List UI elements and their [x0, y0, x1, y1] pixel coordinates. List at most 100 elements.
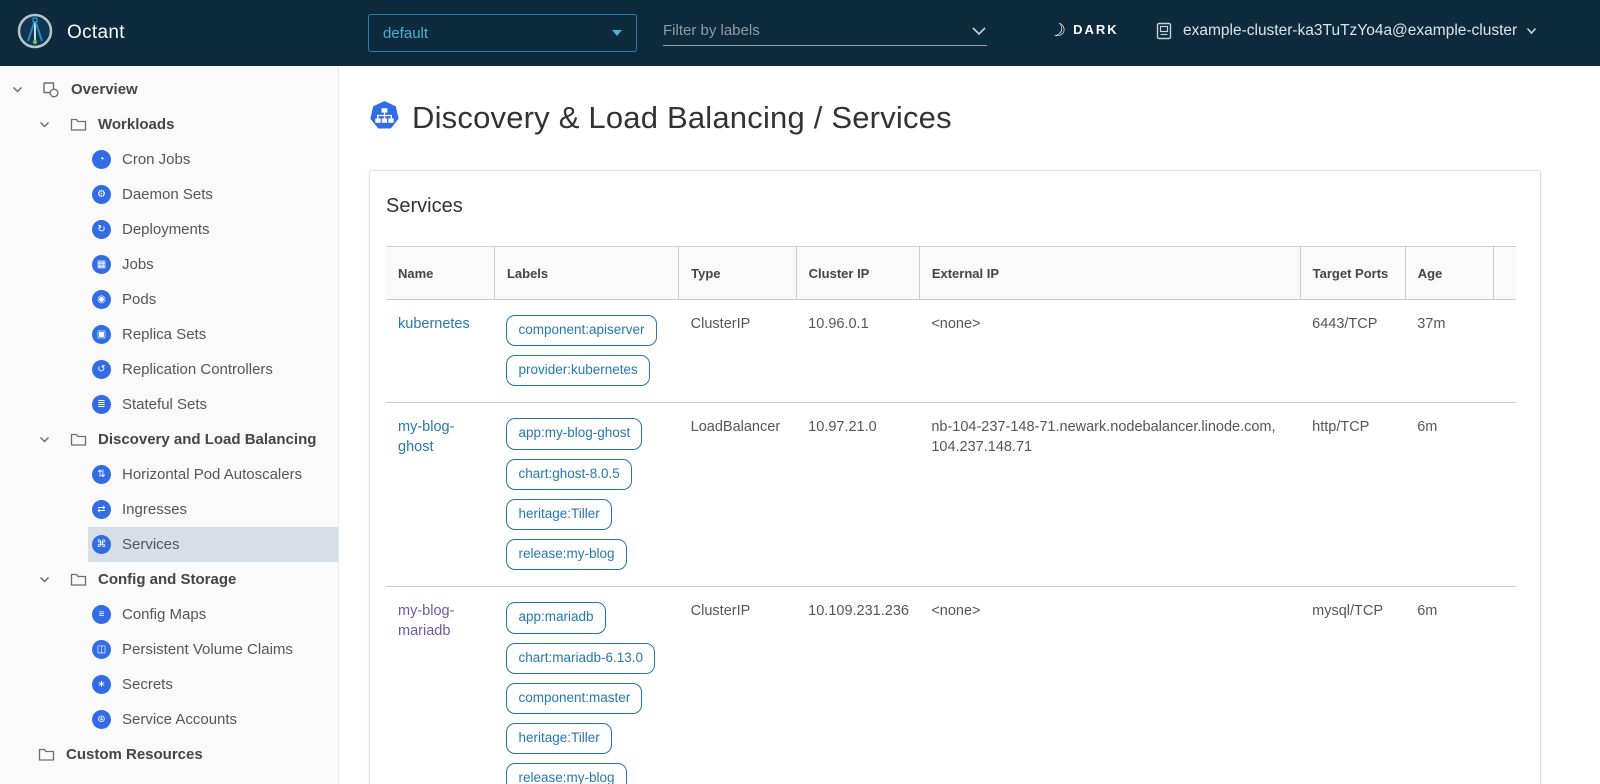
- table-row: kubernetes component:apiserver provider:ku…: [386, 300, 1516, 403]
- app-title: Octant: [67, 22, 125, 44]
- label-pill[interactable]: app:mariadb: [506, 602, 605, 633]
- replication-controllers-icon: ↺: [92, 360, 111, 379]
- chevron-down-icon[interactable]: [10, 83, 24, 96]
- chevron-down-icon: [971, 26, 987, 36]
- chevron-down-icon[interactable]: [37, 573, 51, 586]
- sidebar-item-replication-controllers[interactable]: ↺ Replication Controllers: [88, 352, 338, 387]
- services-card: Services NameLabelsTypeCluster IPExterna…: [369, 170, 1541, 784]
- external-ip-cell: nb-104-237-148-71.newark.nodebalancer.li…: [919, 403, 1300, 587]
- sidebar-item-label: Config and Storage: [98, 571, 236, 588]
- sidebar-item-daemon-sets[interactable]: ⚙Daemon Sets: [88, 177, 338, 212]
- sidebar-item-stateful-sets[interactable]: ≣Stateful Sets: [88, 387, 338, 422]
- folder-icon: [69, 572, 87, 587]
- sidebar-item-cron-jobs[interactable]: ◔ Cron Jobs: [88, 142, 338, 177]
- sidebar-item-workloads[interactable]: Workloads: [0, 107, 338, 142]
- column-header-type: Type: [679, 247, 797, 300]
- column-header-external-ip: External IP: [919, 247, 1300, 300]
- dark-mode-toggle[interactable]: ☾ DARK: [1050, 20, 1119, 38]
- sidebar-item-label: Replication Controllers: [122, 361, 273, 378]
- table-header-row: NameLabelsTypeCluster IPExternal IPTarge…: [386, 247, 1516, 300]
- sidebar-item-custom-resources[interactable]: Custom Resources: [0, 737, 338, 772]
- config-maps-icon: ≡: [92, 605, 111, 624]
- cluster-ip-cell: 10.109.231.236: [796, 587, 919, 784]
- sidebar-item-label: Stateful Sets: [122, 396, 207, 413]
- replica-sets-icon: ▣: [92, 325, 111, 344]
- sidebar-nav: OverviewWorkloads◔Cron Jobs⚙Daemon Sets↻…: [0, 66, 339, 784]
- service-name-link[interactable]: my-blog-mariadb: [398, 603, 454, 639]
- spacer-cell: [1493, 587, 1516, 784]
- folder-icon: [69, 432, 87, 447]
- cron-jobs-icon: ◔: [92, 150, 111, 169]
- sidebar-item-label: Deployments: [122, 221, 210, 238]
- label-pill[interactable]: component:master: [506, 683, 642, 714]
- target-ports-cell: 6443/TCP: [1300, 300, 1405, 403]
- sidebar-item-label: Ingresses: [122, 501, 187, 518]
- label-pill[interactable]: app:my-blog-ghost: [506, 418, 642, 449]
- namespace-select[interactable]: default: [368, 14, 637, 52]
- chevron-down-icon[interactable]: [37, 118, 51, 131]
- top-bar: Octant default Filter by labels ☾ DARK e…: [0, 0, 1600, 66]
- sidebar-item-secrets[interactable]: ∗Secrets: [88, 667, 338, 702]
- sidebar-item-pods[interactable]: ◉Pods: [88, 282, 338, 317]
- label-pill[interactable]: heritage:Tiller: [506, 499, 611, 530]
- filter-placeholder: Filter by labels: [663, 22, 971, 39]
- sidebar-item-overview[interactable]: Overview: [0, 72, 338, 107]
- sidebar-item-label: Discovery and Load Balancing: [98, 431, 316, 448]
- pods-icon: ◉: [92, 290, 111, 309]
- label-pill[interactable]: heritage:Tiller: [506, 723, 611, 754]
- secrets-icon: ∗: [92, 675, 111, 694]
- label-pill[interactable]: release:my-blog: [506, 539, 626, 570]
- moon-icon: ☾: [1047, 18, 1068, 40]
- label-pill[interactable]: provider:kubernetes: [506, 355, 649, 386]
- sidebar-item-deployments[interactable]: ↻ Deployments: [88, 212, 338, 247]
- age-cell: 6m: [1405, 403, 1493, 587]
- hpa-icon: ⇅: [92, 465, 111, 484]
- sidebar-item-label: Cron Jobs: [122, 151, 190, 168]
- page-title-text: Discovery & Load Balancing / Services: [412, 100, 952, 136]
- sidebar-item-label: Jobs: [122, 256, 154, 273]
- cluster-ip-cell: 10.96.0.1: [796, 300, 919, 403]
- sidebar-item-horizontal-pod-autoscalers[interactable]: ⇅Horizontal Pod Autoscalers: [88, 457, 338, 492]
- type-cell: LoadBalancer: [679, 403, 797, 587]
- cluster-icon: [1156, 22, 1174, 40]
- filter-by-labels-input[interactable]: Filter by labels: [663, 16, 987, 46]
- table-row: my-blog-mariadb app:mariadb chart:mariadb-…: [386, 587, 1516, 784]
- sidebar-item-persistent-volume-claims[interactable]: ◫ Persistent Volume Claims: [88, 632, 338, 667]
- chevron-down-icon[interactable]: [37, 433, 51, 446]
- service-name-link[interactable]: my-blog-ghost: [398, 419, 454, 455]
- cluster-ip-cell: 10.97.21.0: [796, 403, 919, 587]
- service-name-link[interactable]: kubernetes: [398, 316, 470, 332]
- sidebar-item-ingresses[interactable]: ⇄ Ingresses: [88, 492, 338, 527]
- sidebar-item-replica-sets[interactable]: ▣ Replica Sets: [88, 317, 338, 352]
- services-icon: ⌘: [92, 535, 111, 554]
- label-pill[interactable]: release:my-blog: [506, 763, 626, 784]
- age-cell: 37m: [1405, 300, 1493, 403]
- sidebar-item-config-and-storage[interactable]: Config and Storage: [0, 562, 338, 597]
- sidebar-item-label: Custom Resources: [66, 746, 203, 763]
- label-pill[interactable]: chart:ghost-8.0.5: [506, 459, 631, 490]
- page-title: Discovery & Load Balancing / Services: [369, 100, 1541, 136]
- octant-logo-icon: [16, 12, 54, 55]
- sidebar-item-jobs[interactable]: ▦ Jobs: [88, 247, 338, 282]
- sidebar-item-services[interactable]: ⌘Services: [88, 527, 338, 562]
- table-row: my-blog-ghost app:my-blog-ghost chart:ghos…: [386, 403, 1516, 587]
- sidebar-item-label: Overview: [71, 81, 138, 98]
- card-heading: Services: [386, 195, 1516, 218]
- sidebar-item-label: Persistent Volume Claims: [122, 641, 293, 658]
- sidebar-item-service-accounts[interactable]: ⊛Service Accounts: [88, 702, 338, 737]
- label-pill[interactable]: chart:mariadb-6.13.0: [506, 643, 655, 674]
- sidebar-item-discovery-and-load-balancing[interactable]: Discovery and Load Balancing: [0, 422, 338, 457]
- label-pill[interactable]: component:apiserver: [506, 315, 656, 346]
- pvc-icon: ◫: [92, 640, 111, 659]
- ingresses-icon: ⇄: [92, 500, 111, 519]
- sidebar-item-config-maps[interactable]: ≡Config Maps: [88, 597, 338, 632]
- deployments-icon: ↻: [92, 220, 111, 239]
- sidebar-item-label: Replica Sets: [122, 326, 206, 343]
- jobs-icon: ▦: [92, 255, 111, 274]
- folder-icon: [69, 117, 87, 132]
- age-cell: 6m: [1405, 587, 1493, 784]
- target-ports-cell: http/TCP: [1300, 403, 1405, 587]
- cluster-context-dropdown[interactable]: example-cluster-ka3TuTzYo4a@example-clus…: [1156, 22, 1537, 40]
- service-accounts-icon: ⊛: [92, 710, 111, 729]
- column-header-name: Name: [386, 247, 494, 300]
